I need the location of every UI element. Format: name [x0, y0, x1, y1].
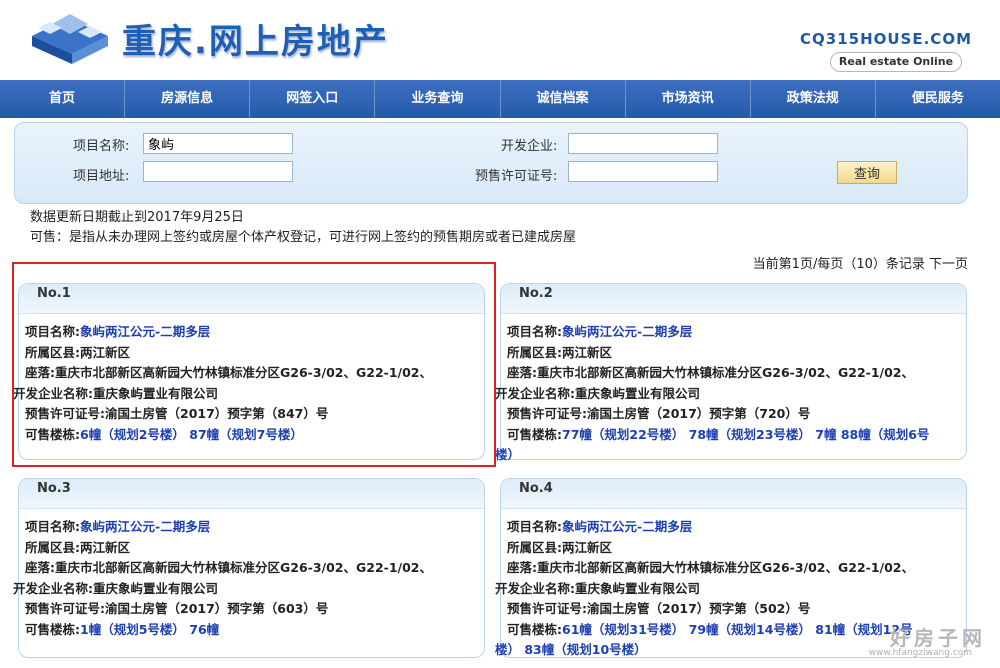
- name-label: 项目名称:: [507, 324, 562, 339]
- permit-label: 预售许可证号:: [507, 601, 587, 616]
- project-address-input[interactable]: [143, 161, 293, 182]
- location-label: 座落:: [507, 560, 537, 575]
- buildings-label: 可售楼栋:: [507, 621, 562, 637]
- buildings-links[interactable]: 77幢（规划22号楼） 78幢（规划23号楼） 7幢 88幢（规划6号: [562, 427, 929, 442]
- permit-input[interactable]: [568, 161, 718, 182]
- buildings-links[interactable]: 1幢（规划5号楼） 76幢: [80, 622, 219, 637]
- developer-value: 重庆象屿置业有限公司: [575, 580, 701, 596]
- project-card[interactable]: No.3 项目名称:象屿两江公元-二期多层 所属区县:两江新区 座落:重庆市北部…: [13, 478, 485, 658]
- permit-value: 渝国土房管（2017）预字第（502）号: [587, 601, 811, 616]
- name-label: 项目名称:: [507, 519, 562, 534]
- developer-value: 重庆象屿置业有限公司: [93, 580, 219, 596]
- buildings-links[interactable]: 61幢（规划31号楼） 79幢（规划14号楼） 81幢（规划12号: [562, 622, 913, 637]
- developer-label: 开发企业:: [501, 139, 558, 154]
- nav-policy[interactable]: 政策法规: [751, 80, 876, 118]
- pagination[interactable]: 当前第1页/每页（10）条记录 下一页: [753, 253, 968, 272]
- buildings-links-cont[interactable]: 楼）: [495, 447, 520, 462]
- project-name-label: 项目名称:: [73, 139, 130, 154]
- search-panel: 项目名称: 项目地址: 开发企业: 预售许可证号: 查询: [14, 122, 968, 204]
- logo-icon: [32, 14, 108, 64]
- developer-label: 开发企业名称:: [495, 580, 575, 596]
- permit-value: 渝国土房管（2017）预字第（603）号: [105, 601, 329, 616]
- card-number: No.2: [519, 286, 553, 301]
- watermark-url: www.hfangziwang.com: [868, 648, 972, 658]
- watermark: 好房子网: [890, 626, 986, 650]
- nav-services[interactable]: 便民服务: [876, 80, 1000, 118]
- district-value: 两江新区: [562, 344, 613, 360]
- district-value: 两江新区: [80, 539, 131, 555]
- brand-domain[interactable]: CQ315HOUSE.COM: [800, 30, 972, 48]
- developer-value: 重庆象屿置业有限公司: [575, 385, 701, 401]
- project-address-label: 项目地址:: [73, 169, 130, 184]
- project-name-input[interactable]: [143, 133, 293, 154]
- site-header: 重庆.网上房地产 CQ315HOUSE.COM Real estate Onli…: [0, 0, 1000, 80]
- district-label: 所属区县:: [507, 344, 562, 360]
- nav-market-news[interactable]: 市场资讯: [626, 80, 751, 118]
- district-value: 两江新区: [562, 539, 613, 555]
- developer-label: 开发企业名称:: [13, 580, 93, 596]
- buildings-label: 可售楼栋:: [25, 621, 80, 637]
- card-number: No.3: [37, 481, 71, 496]
- location-label: 座落:: [25, 560, 55, 575]
- district-label: 所属区县:: [25, 539, 80, 555]
- nav-online-sign[interactable]: 网签入口: [250, 80, 376, 118]
- permit-value: 渝国土房管（2017）预字第（720）号: [587, 406, 811, 421]
- buildings-label: 可售楼栋:: [507, 426, 562, 442]
- name-label: 项目名称:: [25, 519, 80, 534]
- buildings-links-cont[interactable]: 楼） 83幢（规划10号楼）: [495, 642, 647, 657]
- nav-listings[interactable]: 房源信息: [125, 80, 251, 118]
- location-value: 重庆市北部新区高新园大竹林镇标准分区G26-3/02、G22-1/02、: [537, 365, 915, 380]
- update-date-note: 数据更新日期截止到2017年9月25日: [30, 210, 244, 225]
- district-label: 所属区县:: [507, 539, 562, 555]
- location-value: 重庆市北部新区高新园大竹林镇标准分区G26-3/02、G22-1/02、: [537, 560, 915, 575]
- notes: 数据更新日期截止到2017年9月25日 可售：是指从未办理网上签约或房屋个体产权…: [30, 208, 576, 248]
- available-definition-note: 可售：是指从未办理网上签约或房屋个体产权登记，可进行网上签约的预售期房或者已建成…: [30, 230, 577, 245]
- project-card[interactable]: No.2 项目名称:象屿两江公元-二期多层 所属区县:两江新区 座落:重庆市北部…: [495, 283, 967, 462]
- highlight-box: [12, 262, 496, 467]
- site-title: 重庆.网上房地产: [122, 22, 389, 62]
- card-number: No.4: [519, 481, 553, 496]
- location-value: 重庆市北部新区高新园大竹林镇标准分区G26-3/02、G22-1/02、: [55, 560, 433, 575]
- nav-credit-records[interactable]: 诚信档案: [501, 80, 626, 118]
- query-button[interactable]: 查询: [837, 161, 897, 184]
- nav-business-query[interactable]: 业务查询: [375, 80, 501, 118]
- permit-label: 预售许可证号:: [475, 169, 558, 184]
- project-name-link[interactable]: 象屿两江公元-二期多层: [562, 324, 692, 339]
- project-name-link[interactable]: 象屿两江公元-二期多层: [562, 519, 692, 534]
- main-nav: 首页 房源信息 网签入口 业务查询 诚信档案 市场资讯 政策法规 便民服务: [0, 80, 1000, 118]
- project-name-link[interactable]: 象屿两江公元-二期多层: [80, 519, 210, 534]
- permit-label: 预售许可证号:: [25, 601, 105, 616]
- developer-label: 开发企业名称:: [495, 385, 575, 401]
- brand-subtitle: Real estate Online: [830, 52, 962, 72]
- nav-home[interactable]: 首页: [0, 80, 126, 118]
- developer-input[interactable]: [568, 133, 718, 154]
- location-label: 座落:: [507, 365, 537, 380]
- permit-label: 预售许可证号:: [507, 406, 587, 421]
